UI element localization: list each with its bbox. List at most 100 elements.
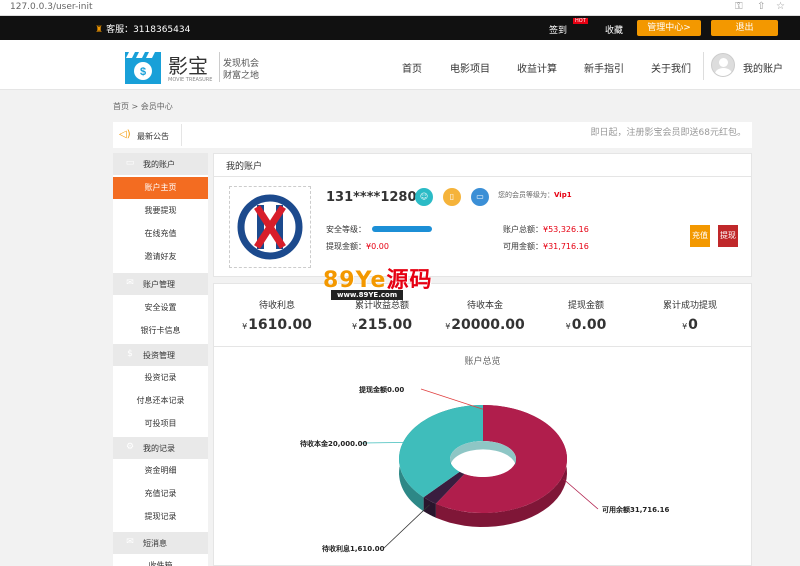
logout-button[interactable]: 退出	[711, 20, 778, 36]
money-bag-icon: $	[127, 349, 133, 359]
watermark: 89Ye源码 www.89YE.com	[323, 262, 473, 302]
avatar[interactable]	[711, 53, 735, 77]
account-card-title: 我的账户	[226, 162, 263, 172]
share-icon[interactable]: ⇧	[757, 1, 765, 12]
logo-name[interactable]: 影宝	[168, 50, 208, 79]
logo-subtitle: MOVIE TREASURE	[168, 77, 213, 83]
stats-panel: 待收利息 ¥1610.00 累计收益总额 ¥215.00 待收本金 ¥20000…	[213, 283, 752, 566]
sidebar-group-my-account[interactable]: ▭ 我的账户	[113, 153, 208, 175]
available-label: 可用金额：	[503, 242, 543, 251]
security-level-label: 安全等级：	[326, 225, 366, 234]
envelope-icon: ✉	[126, 537, 134, 547]
signin-link[interactable]: 签到	[549, 23, 567, 36]
monitor-icon: ▭	[125, 158, 135, 168]
favorite-link[interactable]: 收藏	[605, 23, 623, 36]
stat-number: 0.00	[571, 317, 607, 333]
manage-center-button[interactable]: 管理中心>	[637, 20, 701, 36]
sidebar-item-account-home[interactable]: 账户主页	[113, 177, 208, 199]
star-icon[interactable]: ☆	[776, 1, 785, 12]
sidebar-item-invite[interactable]: 邀请好友	[113, 246, 208, 268]
sidebar-group-label: 短消息	[143, 539, 167, 548]
sidebar-group-account-mgmt[interactable]: ✉ 账户管理	[113, 273, 208, 295]
stat-total-earnings: 累计收益总额 ¥215.00	[332, 298, 432, 333]
withdraw-label: 提现金额：	[326, 242, 366, 251]
stat-value: ¥215.00	[332, 317, 432, 333]
account-card: 我的账户 131****1280 ☺ ▯ ▭ 您的会员等级为：Vip1 安全等级…	[213, 153, 752, 277]
headset-icon: ♜	[95, 25, 104, 35]
sidebar-item-security[interactable]: 安全设置	[113, 297, 208, 319]
stat-currency: ¥	[445, 322, 451, 331]
stats-divider	[214, 346, 751, 347]
card-verify-icon[interactable]: ▭	[471, 188, 489, 206]
username: 131****1280	[326, 190, 417, 205]
total-amount: 账户总额：¥53,326.16	[503, 224, 589, 235]
user-photo[interactable]	[229, 186, 311, 268]
stat-pending-principal: 待收本金 ¥20000.00	[435, 298, 535, 333]
sidebar-group-messages[interactable]: ✉ 短消息	[113, 532, 208, 554]
chart-leader-line	[563, 478, 599, 510]
total-label: 账户总额：	[503, 225, 543, 234]
chart-data-label: 可用余额31,716.16	[602, 505, 670, 514]
chart-data-label: 提现金额0.00	[358, 385, 404, 394]
stat-currency: ¥	[682, 322, 688, 331]
browser-url-bar[interactable]: 127.0.0.3/user-init ⚿ ⇧ ☆	[0, 0, 800, 16]
sidebar-item-bank-card[interactable]: 银行卡信息	[113, 320, 208, 342]
notice-bar: ◁) 最新公告 即日起，注册影宝会员即送68元红包。	[113, 122, 752, 148]
stat-value: ¥0	[640, 317, 740, 333]
member-level-value: Vip1	[554, 191, 572, 199]
logo-icon[interactable]: $	[123, 46, 163, 86]
notice-text[interactable]: 即日起，注册影宝会员即送68元红包。	[591, 125, 746, 138]
stat-value: ¥1610.00	[227, 317, 327, 333]
hot-badge: HOT	[573, 18, 588, 24]
stat-number: 215.00	[358, 317, 413, 333]
account-overview-chart: 可用余额31,716.16 待收利息1,610.00 待收本金20,000.00 提现…	[300, 385, 670, 553]
sidebar: ▭ 我的账户 账户主页 我要提现 在线充值 邀请好友 ✉ 账户管理 安全设置 银…	[113, 153, 208, 566]
stat-number: 20000.00	[451, 317, 525, 333]
stat-value: ¥20000.00	[435, 317, 535, 333]
notice-divider	[181, 124, 182, 146]
withdraw-button[interactable]: 提现	[718, 225, 738, 247]
available-amount: 可用金额：¥31,716.16	[503, 241, 589, 252]
recharge-button[interactable]: 充值	[690, 225, 710, 247]
member-level-prefix: 您的会员等级为：	[498, 191, 554, 199]
chart-data-label: 待收利息1,610.00	[322, 544, 385, 553]
stat-currency: ¥	[242, 322, 248, 331]
user-verify-icon[interactable]: ☺	[415, 188, 433, 206]
sidebar-item-recharge[interactable]: 在线充值	[113, 223, 208, 245]
stat-label: 提现金额	[567, 301, 604, 311]
nav-home[interactable]: 首页	[402, 60, 422, 75]
sidebar-item-inbox[interactable]: 收件箱	[113, 555, 208, 566]
chart-leader-line	[383, 504, 430, 549]
nav-movie-projects[interactable]: 电影项目	[450, 60, 490, 75]
sidebar-item-withdraw[interactable]: 我要提现	[113, 200, 208, 222]
sidebar-item-withdraw-records[interactable]: 提现记录	[113, 506, 208, 528]
slogan-line-2: 财富之地	[223, 71, 260, 81]
sidebar-group-label: 投资管理	[143, 351, 175, 360]
top-bar: ♜ 客服：3118365434 签到 HOT 收藏 管理中心> 退出	[0, 16, 800, 40]
notice-title: 最新公告	[137, 132, 169, 141]
nav-about-us[interactable]: 关于我们	[651, 60, 691, 75]
sidebar-group-label: 账户管理	[143, 280, 175, 289]
gear-icon: ⚙	[125, 442, 135, 452]
sidebar-group-label: 我的记录	[143, 444, 175, 453]
nav-beginner-guide[interactable]: 新手指引	[584, 60, 624, 75]
sidebar-item-recharge-records[interactable]: 充值记录	[113, 483, 208, 505]
sidebar-item-interest-records[interactable]: 付息还本记录	[113, 390, 208, 412]
my-account-link[interactable]: 我的账户	[743, 60, 783, 75]
url-text[interactable]: 127.0.0.3/user-init	[10, 2, 93, 12]
envelope-icon: ✉	[126, 278, 134, 288]
card-divider	[214, 176, 751, 177]
user-logo-icon	[237, 194, 303, 260]
key-icon[interactable]: ⚿	[735, 1, 743, 12]
stat-currency: ¥	[565, 322, 571, 331]
sidebar-group-investment[interactable]: $ 投资管理	[113, 344, 208, 366]
phone-verify-icon[interactable]: ▯	[443, 188, 461, 206]
sidebar-item-available-projects[interactable]: 可投项目	[113, 413, 208, 435]
breadcrumb: 首页 > 会员中心	[113, 102, 173, 111]
sidebar-item-fund-details[interactable]: 资金明细	[113, 460, 208, 482]
customer-service: ♜ 客服：3118365434	[95, 22, 190, 35]
nav-earnings-calc[interactable]: 收益计算	[517, 60, 557, 75]
sidebar-group-records[interactable]: ⚙ 我的记录	[113, 437, 208, 459]
speaker-icon: ◁)	[119, 129, 131, 140]
sidebar-item-investment-records[interactable]: 投资记录	[113, 367, 208, 389]
